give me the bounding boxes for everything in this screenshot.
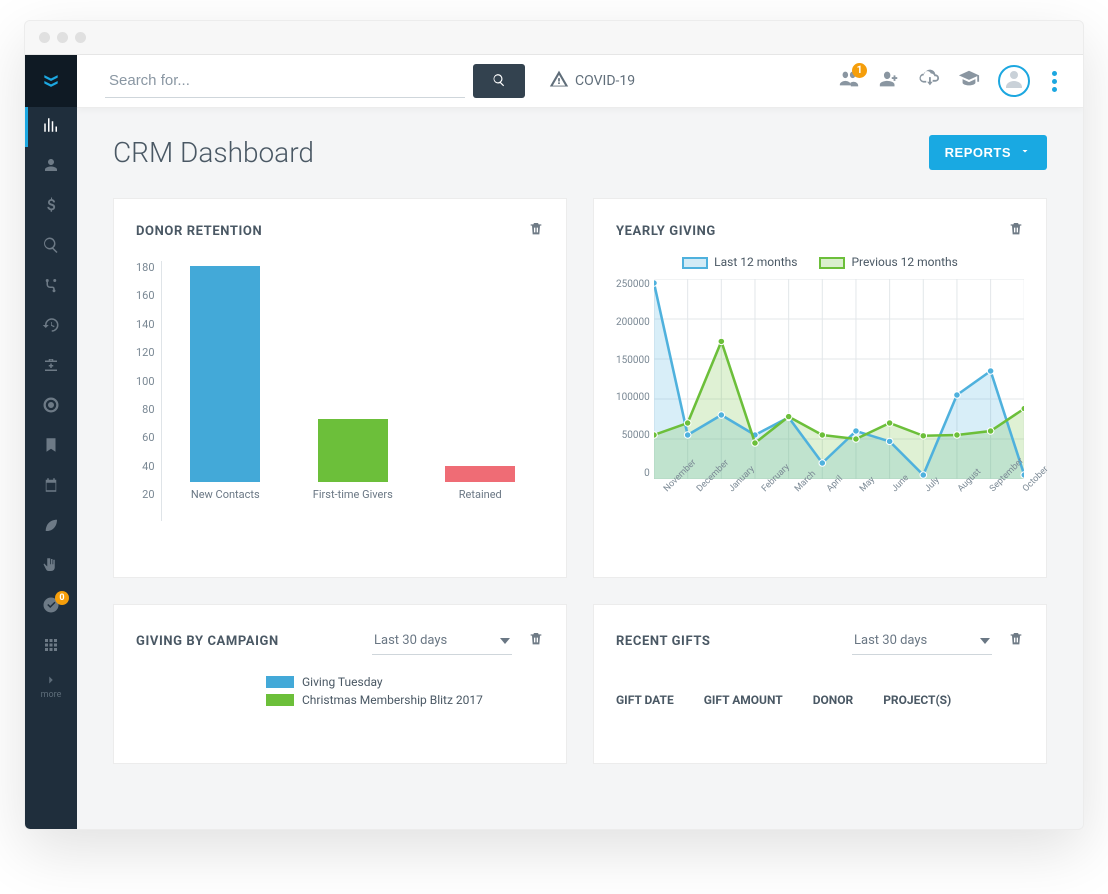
caret-down-icon	[980, 633, 990, 648]
trash-icon	[528, 632, 544, 651]
sidebar-item-sustainability[interactable]	[25, 507, 77, 547]
person-plus-icon	[878, 75, 900, 94]
gifts-range-select[interactable]: Last 30 days	[852, 627, 992, 655]
legend-label: Last 12 months	[714, 255, 797, 269]
topbar: COVID-19 1	[77, 55, 1083, 107]
sidebar-item-workflow[interactable]	[25, 267, 77, 307]
sidebar-item-volunteers[interactable]	[25, 547, 77, 587]
warning-icon	[549, 69, 569, 93]
legend-swatch	[819, 257, 845, 269]
people-badge: 1	[852, 63, 867, 78]
donor-retention-chart: 18016014012010080604020New ContactsFirst…	[136, 251, 544, 559]
sidebar-item-history[interactable]	[25, 307, 77, 347]
history-icon	[42, 316, 60, 338]
person-icon	[42, 156, 60, 178]
sidebar-item-goals[interactable]	[25, 387, 77, 427]
bar-chart-icon	[42, 116, 60, 138]
sidebar-item-dashboard[interactable]	[25, 107, 77, 147]
search-button[interactable]	[473, 64, 525, 98]
download-button[interactable]	[918, 68, 940, 94]
sidebar-item-health[interactable]	[25, 347, 77, 387]
chevron-down-icon	[1019, 145, 1031, 160]
sidebar-more[interactable]: more	[41, 667, 62, 710]
page-title: CRM Dashboard	[113, 136, 314, 169]
sidebar-item-apps[interactable]	[25, 627, 77, 667]
calendar-icon	[42, 476, 60, 498]
select-value: Last 30 days	[374, 633, 447, 648]
app-logo[interactable]	[25, 55, 77, 107]
covid-link[interactable]: COVID-19	[549, 69, 635, 93]
graduation-cap-icon	[958, 75, 980, 94]
card-title: DONOR RETENTION	[136, 224, 262, 239]
sidebar-item-giving[interactable]	[25, 187, 77, 227]
sidebar-item-bookmarks[interactable]	[25, 427, 77, 467]
target-icon	[42, 396, 60, 418]
user-avatar[interactable]	[998, 65, 1030, 97]
window-dot	[39, 32, 50, 43]
trash-icon	[1008, 632, 1024, 651]
sidebar: 0 more	[25, 55, 77, 829]
sidebar-more-label: more	[41, 690, 62, 700]
campaign-range-select[interactable]: Last 30 days	[372, 627, 512, 655]
add-person-button[interactable]	[878, 68, 900, 94]
cloud-download-icon	[918, 75, 940, 94]
people-icon	[838, 75, 860, 94]
leaf-icon	[42, 516, 60, 538]
delete-card-button[interactable]	[1008, 631, 1024, 651]
chart-y-axis: 250000200000150000100000500000	[616, 279, 654, 479]
caret-down-icon	[500, 633, 510, 648]
window-dot	[57, 32, 68, 43]
branch-icon	[42, 276, 60, 298]
chart-legend: Last 12 months Previous 12 months	[616, 251, 1024, 275]
yearly-giving-chart	[654, 279, 1024, 479]
trash-icon	[1008, 222, 1024, 241]
search-icon	[42, 236, 60, 258]
tasks-badge: 0	[55, 591, 69, 605]
card-donor-retention: DONOR RETENTION 18016014012010080604020N…	[113, 198, 567, 578]
card-title: GIVING BY CAMPAIGN	[136, 634, 279, 649]
bookmark-icon	[42, 436, 60, 458]
delete-card-button[interactable]	[1008, 221, 1024, 241]
card-giving-by-campaign: GIVING BY CAMPAIGN Last 30 days	[113, 604, 567, 764]
recent-gifts-columns: GIFT DATEGIFT AMOUNTDONORPROJECT(S)	[616, 665, 1024, 707]
sidebar-item-search[interactable]	[25, 227, 77, 267]
more-menu[interactable]	[1048, 67, 1061, 96]
chart-x-axis: NovemberDecemberJanuaryFebruaryMarchApri…	[660, 487, 1024, 497]
apps-grid-icon	[42, 636, 60, 658]
card-title: YEARLY GIVING	[616, 224, 716, 239]
medical-kit-icon	[42, 356, 60, 378]
avatar-icon	[1002, 67, 1026, 95]
browser-window: 0 more	[24, 20, 1084, 830]
hand-icon	[42, 556, 60, 578]
covid-label: COVID-19	[575, 73, 635, 89]
card-yearly-giving: YEARLY GIVING Last 12 months Previous 12…	[593, 198, 1047, 578]
search-icon	[492, 73, 506, 90]
select-value: Last 30 days	[854, 633, 927, 648]
delete-card-button[interactable]	[528, 221, 544, 241]
search-input[interactable]	[105, 64, 465, 98]
legend-label: Previous 12 months	[851, 255, 957, 269]
trash-icon	[528, 222, 544, 241]
reports-label: REPORTS	[945, 145, 1011, 160]
window-dot	[75, 32, 86, 43]
delete-card-button[interactable]	[528, 631, 544, 651]
campaign-legend: Giving TuesdayChristmas Membership Blitz…	[136, 665, 544, 709]
window-title-bar	[25, 21, 1083, 55]
card-recent-gifts: RECENT GIFTS Last 30 days	[593, 604, 1047, 764]
card-title: RECENT GIFTS	[616, 634, 710, 649]
dollar-icon	[42, 196, 60, 218]
sidebar-item-contacts[interactable]	[25, 147, 77, 187]
people-button[interactable]: 1	[838, 68, 860, 94]
sidebar-item-calendar[interactable]	[25, 467, 77, 507]
reports-button[interactable]: REPORTS	[929, 135, 1047, 170]
legend-swatch	[682, 257, 708, 269]
sidebar-item-tasks[interactable]: 0	[25, 587, 77, 627]
learn-button[interactable]	[958, 68, 980, 94]
